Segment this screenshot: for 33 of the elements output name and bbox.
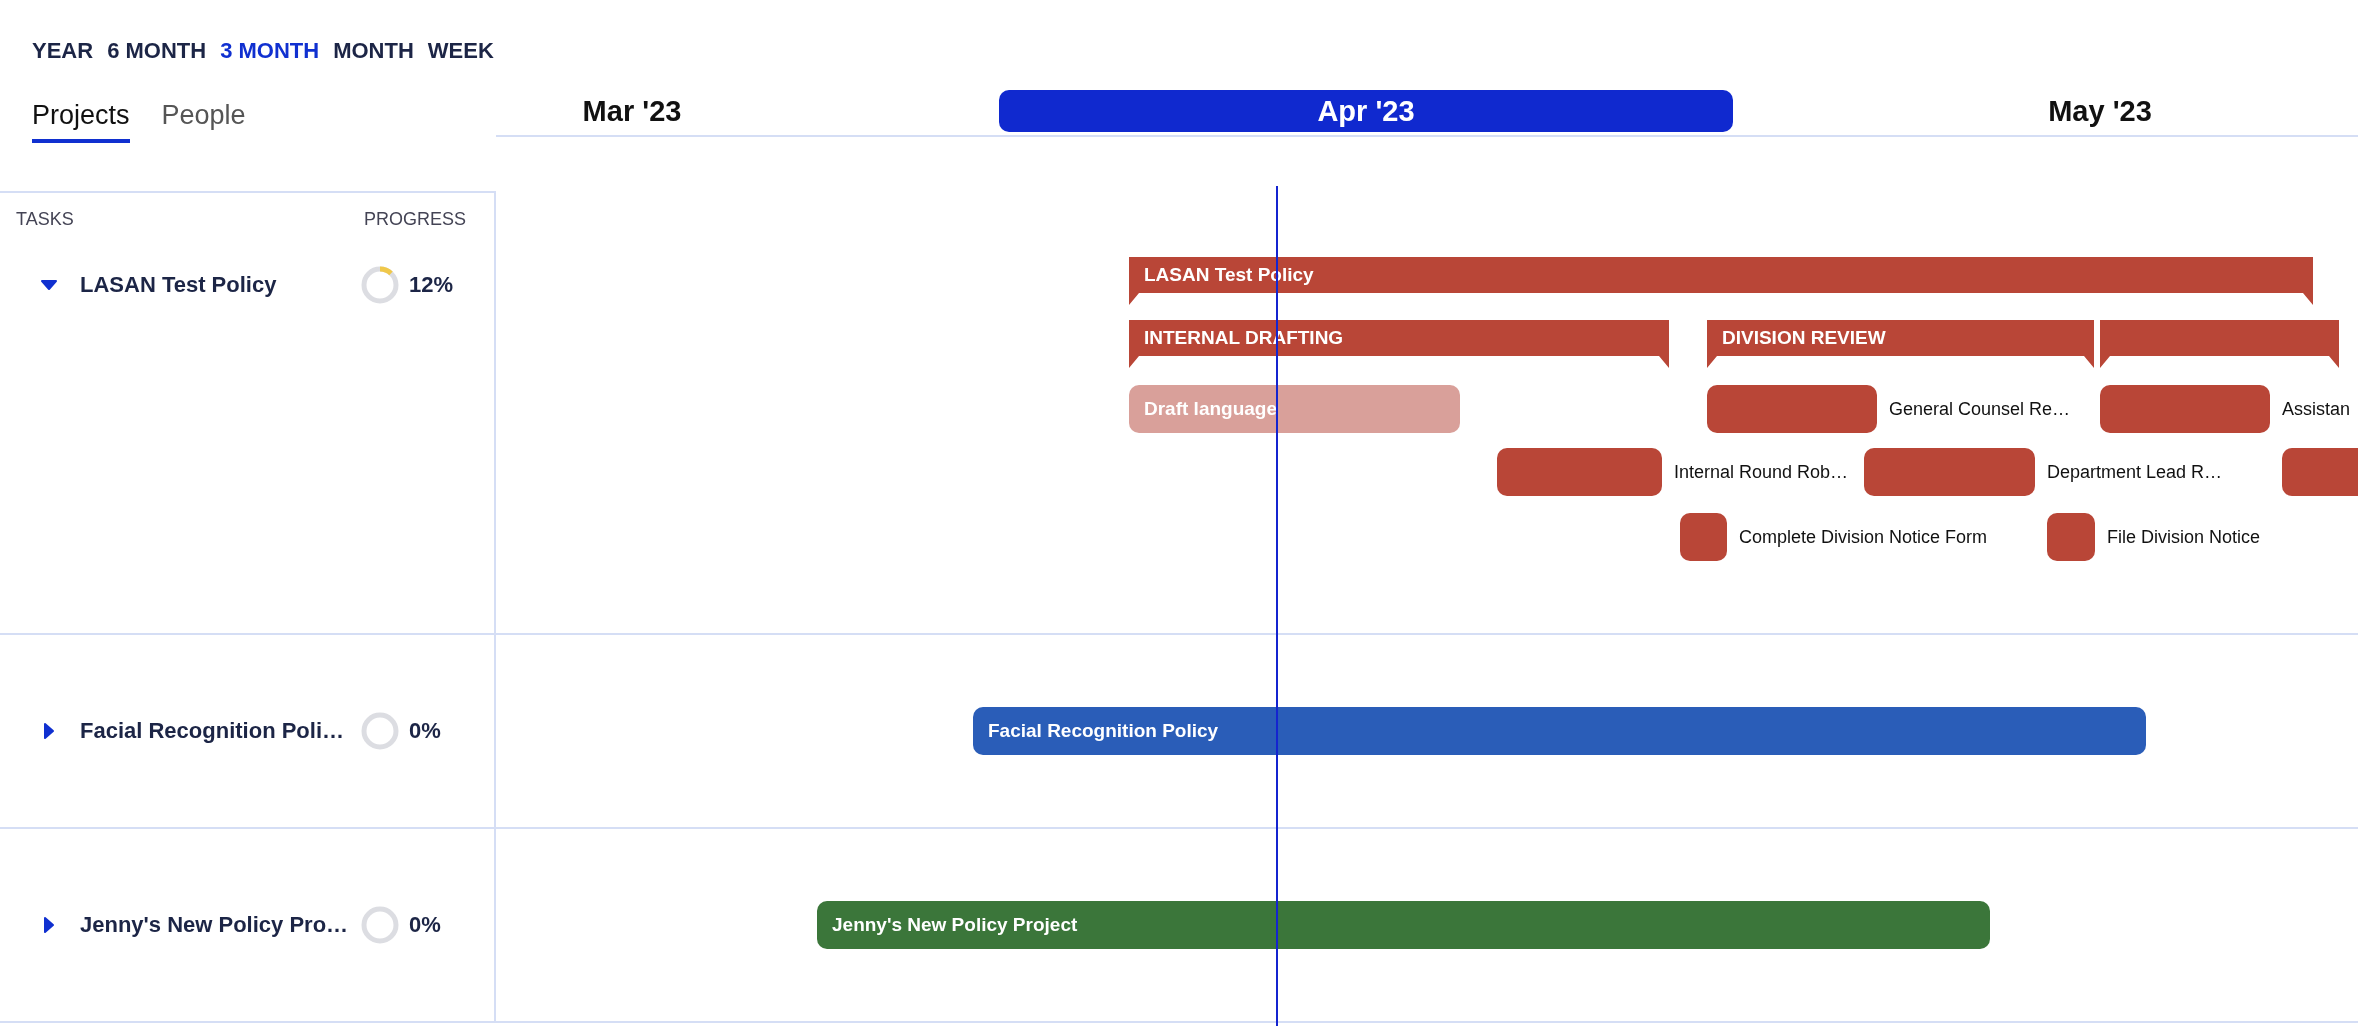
task-label: General Counsel Re…: [1889, 397, 2071, 421]
tab[interactable]: Projects: [32, 100, 130, 143]
progress-percent: 0%: [409, 718, 441, 744]
progress-ring: [361, 712, 399, 750]
progress-ring: [361, 906, 399, 944]
project-bar[interactable]: Facial Recognition Policy: [973, 707, 2146, 755]
progress-ring: [361, 266, 399, 304]
timescale-option[interactable]: MONTH: [333, 38, 414, 64]
project-name[interactable]: Facial Recognition Poli…: [80, 718, 355, 744]
task-label: File Division Notice: [2107, 525, 2261, 549]
task-label: Complete Division Notice Form: [1739, 525, 1988, 549]
project-name[interactable]: LASAN Test Policy: [80, 272, 355, 298]
task-bar[interactable]: [2047, 513, 2095, 561]
column-header: PROGRESS: [363, 209, 466, 230]
timescale-option[interactable]: 3 MONTH: [220, 38, 320, 64]
task-label: Assistan: [2282, 397, 2351, 421]
task-label: Department Lead R…: [2047, 460, 2223, 484]
timescale-option[interactable]: YEAR: [32, 38, 94, 64]
column-header: TASKS: [16, 209, 74, 230]
phase-bar[interactable]: [2100, 320, 2339, 368]
progress-percent: 0%: [409, 912, 441, 938]
month-header[interactable]: Mar '23: [496, 90, 999, 132]
tab[interactable]: People: [161, 100, 246, 143]
task-label: Internal Round Rob…: [1674, 460, 1849, 484]
timescale-option[interactable]: 6 MONTH: [107, 38, 207, 64]
phase-bar[interactable]: DIVISION REVIEW: [1707, 320, 2094, 368]
progress-percent: 12%: [409, 272, 454, 298]
task-bar[interactable]: [1680, 513, 1727, 561]
project-name[interactable]: Jenny's New Policy Pro…: [80, 912, 355, 938]
month-header[interactable]: Apr '23: [999, 90, 1733, 132]
timescale-option[interactable]: WEEK: [427, 38, 494, 64]
month-header[interactable]: May '23: [1733, 90, 2358, 132]
project-bar[interactable]: Jenny's New Policy Project: [817, 901, 1990, 949]
